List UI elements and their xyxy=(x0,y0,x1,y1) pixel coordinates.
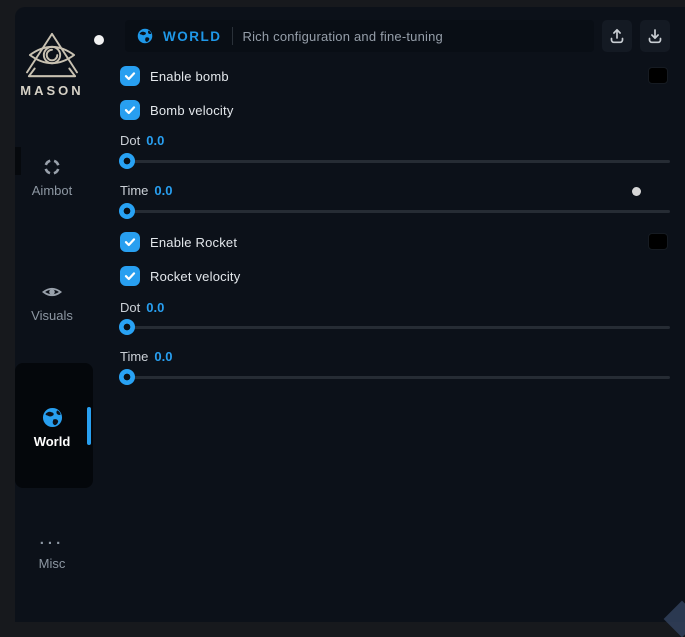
slider-value: 0.0 xyxy=(146,133,164,148)
rocket-color-swatch[interactable] xyxy=(648,233,668,250)
page-title: WORLD xyxy=(163,29,222,44)
sidebar-item-label: Visuals xyxy=(31,308,73,323)
header-bar: WORLD Rich configuration and fine-tuning xyxy=(125,20,594,52)
slider-name: Dot xyxy=(120,300,140,315)
mason-eye-pyramid-icon xyxy=(21,31,83,81)
checkbox-row-enable-bomb: Enable bomb xyxy=(120,66,670,86)
page-subtitle: Rich configuration and fine-tuning xyxy=(243,29,443,44)
bomb-dot-slider[interactable] xyxy=(120,153,670,169)
main-content: WORLD Rich configuration and fine-tuning xyxy=(120,20,670,385)
slider-name: Time xyxy=(120,183,148,198)
checkbox-label: Rocket velocity xyxy=(150,269,240,284)
sidebar-item-label: Misc xyxy=(39,556,66,571)
page-header: WORLD Rich configuration and fine-tuning xyxy=(125,20,670,52)
sidebar-item-visuals[interactable]: Visuals xyxy=(15,282,89,323)
rocket-velocity-checkbox[interactable] xyxy=(120,266,140,286)
slider-value: 0.0 xyxy=(154,183,172,198)
slider-name: Time xyxy=(120,349,148,364)
sidebar-item-label: Aimbot xyxy=(32,183,72,198)
checkbox-label: Enable bomb xyxy=(150,69,229,84)
mason-logo: MASON xyxy=(15,31,89,98)
slider-track[interactable] xyxy=(120,160,670,163)
ellipsis-icon: ... xyxy=(40,530,65,550)
slider-thumb[interactable] xyxy=(119,153,135,169)
checkbox-label: Bomb velocity xyxy=(150,103,234,118)
upload-icon xyxy=(608,27,626,45)
crosshair-icon xyxy=(42,157,62,177)
sidebar-item-aimbot[interactable]: Aimbot xyxy=(15,157,89,198)
cursor-dot xyxy=(632,187,641,196)
download-config-button[interactable] xyxy=(640,20,670,52)
sidebar-item-label: World xyxy=(34,434,71,449)
slider-value: 0.0 xyxy=(146,300,164,315)
bomb-time-slider[interactable] xyxy=(120,203,670,219)
upload-config-button[interactable] xyxy=(602,20,632,52)
check-icon xyxy=(124,104,136,116)
rocket-time-slider[interactable] xyxy=(120,369,670,385)
checkbox-row-rocket-velocity: Rocket velocity xyxy=(120,266,670,286)
enable-rocket-checkbox[interactable] xyxy=(120,232,140,252)
slider-track[interactable] xyxy=(120,326,670,329)
slider-track[interactable] xyxy=(120,210,670,213)
slider-label-time: Time 0.0 xyxy=(120,348,670,364)
enable-bomb-checkbox[interactable] xyxy=(120,66,140,86)
header-divider xyxy=(232,27,233,45)
corner-glint xyxy=(664,601,685,637)
menu-window: MASON Aimbot Visuals World xyxy=(15,7,685,622)
slider-thumb[interactable] xyxy=(119,319,135,335)
logo-label: MASON xyxy=(15,83,89,98)
bomb-color-swatch[interactable] xyxy=(648,67,668,84)
sidebar-item-misc[interactable]: ... Misc xyxy=(15,530,89,571)
check-icon xyxy=(124,70,136,82)
slider-value: 0.0 xyxy=(154,349,172,364)
slider-thumb[interactable] xyxy=(119,203,135,219)
slider-label-dot: Dot 0.0 xyxy=(120,299,670,315)
check-icon xyxy=(124,270,136,282)
slider-label-dot: Dot 0.0 xyxy=(120,132,670,148)
check-icon xyxy=(124,236,136,248)
download-icon xyxy=(646,27,664,45)
slider-track[interactable] xyxy=(120,376,670,379)
eye-icon xyxy=(42,282,62,302)
rocket-dot-slider[interactable] xyxy=(120,319,670,335)
globe-icon xyxy=(42,407,63,428)
slider-thumb[interactable] xyxy=(119,369,135,385)
active-item-indicator xyxy=(87,407,91,445)
slider-label-time: Time 0.0 xyxy=(120,182,670,198)
sidebar-item-world[interactable]: World xyxy=(15,407,89,449)
checkbox-label: Enable Rocket xyxy=(150,235,237,250)
slider-name: Dot xyxy=(120,133,140,148)
checkbox-row-enable-rocket: Enable Rocket xyxy=(120,232,670,252)
bomb-velocity-checkbox[interactable] xyxy=(120,100,140,120)
checkbox-row-bomb-velocity: Bomb velocity xyxy=(120,100,670,120)
globe-icon xyxy=(137,28,153,44)
cursor-dot xyxy=(94,35,104,45)
